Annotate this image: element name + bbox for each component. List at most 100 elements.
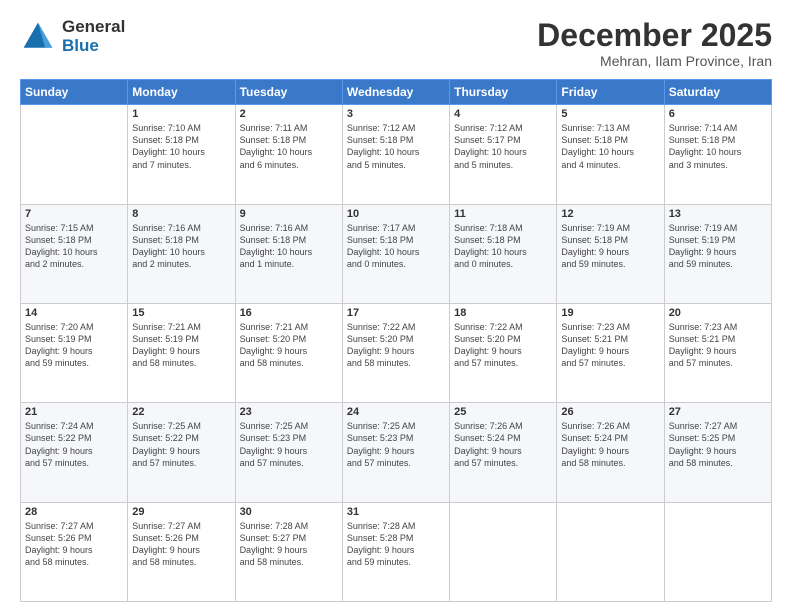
day-number: 22 (132, 406, 230, 418)
day-info: Sunrise: 7:27 AM Sunset: 5:26 PM Dayligh… (25, 520, 123, 569)
week-row-1: 1 Sunrise: 7:10 AM Sunset: 5:18 PM Daylig… (21, 105, 772, 204)
calendar-cell: 7 Sunrise: 7:15 AM Sunset: 5:18 PM Daylig… (21, 204, 128, 303)
day-info: Sunrise: 7:13 AM Sunset: 5:18 PM Dayligh… (561, 122, 659, 171)
day-info: Sunrise: 7:16 AM Sunset: 5:18 PM Dayligh… (240, 222, 338, 271)
day-number: 26 (561, 406, 659, 418)
week-row-3: 14 Sunrise: 7:20 AM Sunset: 5:19 PM Dayli… (21, 303, 772, 402)
header: General Blue December 2025 Mehran, Ilam … (20, 18, 772, 69)
calendar-cell (450, 502, 557, 601)
calendar-cell: 12 Sunrise: 7:19 AM Sunset: 5:18 PM Dayli… (557, 204, 664, 303)
day-number: 18 (454, 307, 552, 319)
calendar-table: SundayMondayTuesdayWednesdayThursdayFrid… (20, 79, 772, 602)
calendar-cell: 14 Sunrise: 7:20 AM Sunset: 5:19 PM Dayli… (21, 303, 128, 402)
day-number: 28 (25, 506, 123, 518)
day-info: Sunrise: 7:17 AM Sunset: 5:18 PM Dayligh… (347, 222, 445, 271)
calendar-cell: 29 Sunrise: 7:27 AM Sunset: 5:26 PM Dayli… (128, 502, 235, 601)
day-header-monday: Monday (128, 80, 235, 105)
day-info: Sunrise: 7:27 AM Sunset: 5:26 PM Dayligh… (132, 520, 230, 569)
day-info: Sunrise: 7:16 AM Sunset: 5:18 PM Dayligh… (132, 222, 230, 271)
calendar-cell: 21 Sunrise: 7:24 AM Sunset: 5:22 PM Dayli… (21, 403, 128, 502)
day-info: Sunrise: 7:25 AM Sunset: 5:22 PM Dayligh… (132, 420, 230, 469)
day-number: 4 (454, 108, 552, 120)
day-number: 9 (240, 208, 338, 220)
day-info: Sunrise: 7:19 AM Sunset: 5:18 PM Dayligh… (561, 222, 659, 271)
day-number: 24 (347, 406, 445, 418)
day-info: Sunrise: 7:26 AM Sunset: 5:24 PM Dayligh… (561, 420, 659, 469)
page: General Blue December 2025 Mehran, Ilam … (0, 0, 792, 612)
day-number: 14 (25, 307, 123, 319)
day-number: 7 (25, 208, 123, 220)
week-row-2: 7 Sunrise: 7:15 AM Sunset: 5:18 PM Daylig… (21, 204, 772, 303)
day-info: Sunrise: 7:20 AM Sunset: 5:19 PM Dayligh… (25, 321, 123, 370)
calendar-cell: 19 Sunrise: 7:23 AM Sunset: 5:21 PM Dayli… (557, 303, 664, 402)
day-number: 8 (132, 208, 230, 220)
day-info: Sunrise: 7:28 AM Sunset: 5:28 PM Dayligh… (347, 520, 445, 569)
day-info: Sunrise: 7:15 AM Sunset: 5:18 PM Dayligh… (25, 222, 123, 271)
day-header-friday: Friday (557, 80, 664, 105)
day-info: Sunrise: 7:23 AM Sunset: 5:21 PM Dayligh… (561, 321, 659, 370)
day-header-sunday: Sunday (21, 80, 128, 105)
day-info: Sunrise: 7:25 AM Sunset: 5:23 PM Dayligh… (347, 420, 445, 469)
day-header-tuesday: Tuesday (235, 80, 342, 105)
calendar-cell: 31 Sunrise: 7:28 AM Sunset: 5:28 PM Dayli… (342, 502, 449, 601)
calendar-cell: 16 Sunrise: 7:21 AM Sunset: 5:20 PM Dayli… (235, 303, 342, 402)
month-title: December 2025 (537, 18, 772, 53)
day-info: Sunrise: 7:24 AM Sunset: 5:22 PM Dayligh… (25, 420, 123, 469)
day-number: 16 (240, 307, 338, 319)
calendar-cell: 25Sunrise: 7:26 AM Sunset: 5:24 PM Dayli… (450, 403, 557, 502)
day-info: Sunrise: 7:22 AM Sunset: 5:20 PM Dayligh… (454, 321, 552, 370)
day-info: Sunrise: 7:21 AM Sunset: 5:19 PM Dayligh… (132, 321, 230, 370)
calendar-cell: 3Sunrise: 7:12 AM Sunset: 5:18 PM Daylig… (342, 105, 449, 204)
calendar-cell: 18 Sunrise: 7:22 AM Sunset: 5:20 PM Dayli… (450, 303, 557, 402)
day-number: 29 (132, 506, 230, 518)
day-number: 5 (561, 108, 659, 120)
day-header-saturday: Saturday (664, 80, 771, 105)
day-number: 1 (132, 108, 230, 120)
calendar-cell: 8 Sunrise: 7:16 AM Sunset: 5:18 PM Daylig… (128, 204, 235, 303)
day-info: Sunrise: 7:12 AM Sunset: 5:18 PM Dayligh… (347, 122, 445, 171)
calendar-cell: 26 Sunrise: 7:26 AM Sunset: 5:24 PM Dayli… (557, 403, 664, 502)
day-number: 6 (669, 108, 767, 120)
logo-icon (20, 19, 56, 55)
day-number: 25 (454, 406, 552, 418)
location-subtitle: Mehran, Ilam Province, Iran (537, 53, 772, 69)
day-number: 31 (347, 506, 445, 518)
logo: General Blue (20, 18, 125, 55)
calendar-cell: 24 Sunrise: 7:25 AM Sunset: 5:23 PM Dayli… (342, 403, 449, 502)
calendar-cell: 15 Sunrise: 7:21 AM Sunset: 5:19 PM Dayli… (128, 303, 235, 402)
day-info: Sunrise: 7:21 AM Sunset: 5:20 PM Dayligh… (240, 321, 338, 370)
calendar-cell: 4Sunrise: 7:12 AM Sunset: 5:17 PM Daylig… (450, 105, 557, 204)
calendar-cell (557, 502, 664, 601)
week-row-5: 28 Sunrise: 7:27 AM Sunset: 5:26 PM Dayli… (21, 502, 772, 601)
calendar-cell: 10 Sunrise: 7:17 AM Sunset: 5:18 PM Dayli… (342, 204, 449, 303)
week-row-4: 21 Sunrise: 7:24 AM Sunset: 5:22 PM Dayli… (21, 403, 772, 502)
calendar-cell: 13 Sunrise: 7:19 AM Sunset: 5:19 PM Dayli… (664, 204, 771, 303)
day-number: 10 (347, 208, 445, 220)
day-number: 23 (240, 406, 338, 418)
title-block: December 2025 Mehran, Ilam Province, Ira… (537, 18, 772, 69)
day-number: 19 (561, 307, 659, 319)
calendar-cell: 2Sunrise: 7:11 AM Sunset: 5:18 PM Daylig… (235, 105, 342, 204)
calendar-cell: 20 Sunrise: 7:23 AM Sunset: 5:21 PM Dayli… (664, 303, 771, 402)
day-number: 15 (132, 307, 230, 319)
day-info: Sunrise: 7:14 AM Sunset: 5:18 PM Dayligh… (669, 122, 767, 171)
day-number: 11 (454, 208, 552, 220)
day-number: 12 (561, 208, 659, 220)
day-number: 21 (25, 406, 123, 418)
header-row: SundayMondayTuesdayWednesdayThursdayFrid… (21, 80, 772, 105)
day-info: Sunrise: 7:23 AM Sunset: 5:21 PM Dayligh… (669, 321, 767, 370)
day-number: 20 (669, 307, 767, 319)
day-header-wednesday: Wednesday (342, 80, 449, 105)
day-number: 13 (669, 208, 767, 220)
day-info: Sunrise: 7:19 AM Sunset: 5:19 PM Dayligh… (669, 222, 767, 271)
day-info: Sunrise: 7:10 AM Sunset: 5:18 PM Dayligh… (132, 122, 230, 171)
calendar-cell: 30Sunrise: 7:28 AM Sunset: 5:27 PM Dayli… (235, 502, 342, 601)
calendar-cell (21, 105, 128, 204)
calendar-cell: 27Sunrise: 7:27 AM Sunset: 5:25 PM Dayli… (664, 403, 771, 502)
calendar-cell: 23Sunrise: 7:25 AM Sunset: 5:23 PM Dayli… (235, 403, 342, 502)
day-info: Sunrise: 7:22 AM Sunset: 5:20 PM Dayligh… (347, 321, 445, 370)
day-info: Sunrise: 7:11 AM Sunset: 5:18 PM Dayligh… (240, 122, 338, 171)
calendar-cell: 6 Sunrise: 7:14 AM Sunset: 5:18 PM Daylig… (664, 105, 771, 204)
day-number: 27 (669, 406, 767, 418)
calendar-cell: 11Sunrise: 7:18 AM Sunset: 5:18 PM Dayli… (450, 204, 557, 303)
